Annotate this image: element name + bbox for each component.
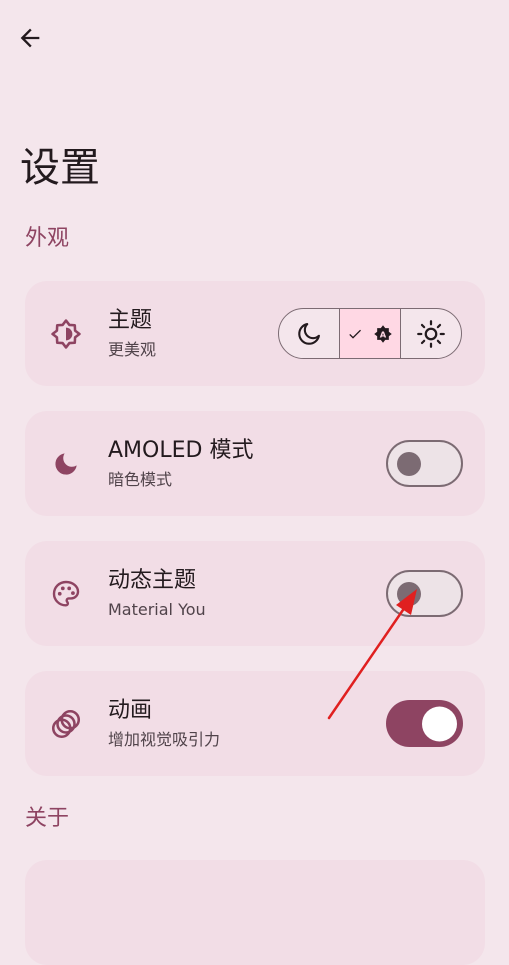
moon-outline-icon [298, 322, 320, 345]
section-title-about: 关于 [25, 806, 70, 831]
setting-title: 动画 [108, 698, 153, 723]
moon-icon [47, 445, 85, 483]
animation-switch[interactable] [386, 700, 463, 747]
setting-animation[interactable]: 动画 增加视觉吸引力 [25, 671, 485, 776]
auto-brightness-icon: A [374, 324, 392, 343]
setting-subtitle: 更美观 [108, 340, 157, 359]
amoled-switch[interactable] [386, 440, 463, 487]
theme-option-auto[interactable]: A [340, 309, 401, 358]
setting-title: AMOLED 模式 [108, 438, 254, 463]
setting-subtitle: 增加视觉吸引力 [108, 730, 221, 749]
check-icon [349, 329, 361, 339]
switch-thumb [397, 451, 421, 476]
theme-option-light[interactable] [401, 309, 461, 358]
page-title: 设置 [20, 145, 100, 191]
setting-subtitle: Material You [108, 600, 206, 619]
switch-thumb [397, 581, 421, 606]
setting-theme: 主题 更美观 A [25, 281, 485, 386]
back-button[interactable] [10, 18, 50, 58]
sun-icon [417, 319, 445, 348]
setting-title: 主题 [108, 308, 153, 333]
setting-subtitle: 暗色模式 [108, 470, 173, 489]
setting-dynamic-theme[interactable]: 动态主题 Material You [25, 541, 485, 646]
switch-thumb [422, 706, 457, 741]
animation-icon [47, 705, 85, 743]
palette-icon [47, 575, 85, 613]
arrow-back-icon [20, 28, 40, 48]
dynamic-theme-switch[interactable] [386, 570, 463, 617]
theme-option-dark[interactable] [279, 309, 340, 358]
section-title-appearance: 外观 [25, 226, 70, 251]
svg-text:A: A [380, 329, 387, 339]
brightness-icon [47, 315, 85, 353]
setting-title: 动态主题 [108, 568, 197, 593]
theme-segmented-control: A [278, 308, 462, 359]
about-card[interactable] [25, 860, 485, 965]
setting-amoled[interactable]: AMOLED 模式 暗色模式 [25, 411, 485, 516]
